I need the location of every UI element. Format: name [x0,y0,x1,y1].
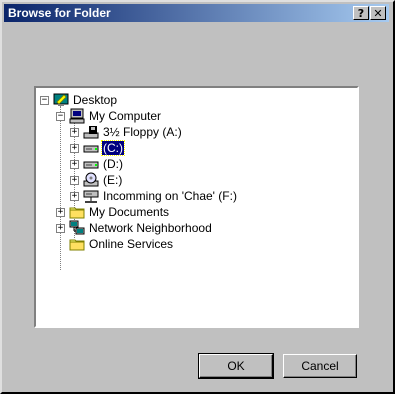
tree-item-label: My Computer [89,109,162,123]
tree-item-label: 3½ Floppy (A:) [103,125,182,139]
cd-drive-icon [83,172,99,187]
tree-item-my-computer[interactable]: − My Computer [56,108,162,124]
tree-item-my-documents[interactable]: + My Documents [56,204,170,220]
dialog-title: Browse for Folder [8,6,111,20]
title-bar[interactable]: Browse for Folder ? ✕ [4,4,389,22]
tree-item-network-neighborhood[interactable]: + Network Neighborhood [56,220,213,236]
ok-button[interactable]: OK [198,353,274,379]
hard-drive-icon [83,161,99,169]
tree-item-drive-e[interactable]: + (E:) [70,172,123,188]
folder-icon [69,207,85,219]
tree-item-network-drive-f[interactable]: + Incomming on 'Chae' (F:) [70,188,238,204]
floppy-drive-icon [83,126,99,139]
collapse-toggle[interactable]: − [40,95,49,105]
network-icon [69,220,85,235]
tree-item-label: My Documents [89,205,170,219]
expand-toggle[interactable]: + [70,127,79,137]
desktop-icon [53,93,69,106]
expand-toggle[interactable]: + [70,175,79,185]
tree-item-label: (C:) [101,140,125,156]
tree-item-label: Desktop [73,93,118,107]
close-icon: ✕ [373,6,383,20]
tree-item-drive-c[interactable]: + (C:) [70,140,125,156]
tree-item-online-services[interactable]: Online Services [56,236,174,252]
tree-item-floppy-a[interactable]: + 3½ Floppy (A:) [70,124,183,140]
network-drive-icon [83,190,99,203]
close-button[interactable]: ✕ [370,6,386,20]
tree-item-label: Online Services [89,237,174,251]
expand-toggle[interactable]: + [70,159,79,169]
computer-icon [69,108,85,124]
folder-tree[interactable]: − Desktop − My Computer + 3½ Floppy (A:)… [34,86,359,328]
collapse-toggle[interactable]: − [56,111,65,121]
folder-icon [69,239,85,251]
tree-item-drive-d[interactable]: + (D:) [70,156,124,172]
help-button[interactable]: ? [353,6,369,20]
cancel-button[interactable]: Cancel [283,354,357,378]
expand-toggle[interactable]: + [70,191,79,201]
browse-for-folder-dialog: Browse for Folder ? ✕ − Desktop − My Com… [0,0,395,394]
tree-item-label: (E:) [103,173,123,187]
hard-drive-icon [83,145,99,153]
tree-item-label: (D:) [103,157,123,171]
expand-toggle[interactable]: + [56,207,65,217]
tree-item-label: Incomming on 'Chae' (F:) [103,189,237,203]
help-icon: ? [357,6,365,20]
tree-item-label: Network Neighborhood [89,221,212,235]
tree-item-desktop[interactable]: − Desktop [40,92,118,108]
expand-toggle[interactable]: + [70,143,79,153]
expand-toggle[interactable]: + [56,223,65,233]
